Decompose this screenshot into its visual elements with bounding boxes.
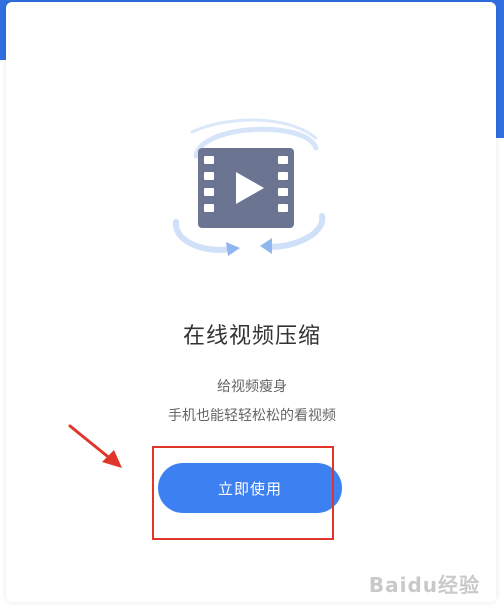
baidu-watermark: Baidu经验 bbox=[368, 573, 480, 597]
feature-subtitle-1: 给视频瘦身 bbox=[217, 379, 287, 395]
annotation-arrow-icon bbox=[68, 424, 122, 468]
video-compress-icon bbox=[173, 118, 326, 256]
feature-title: 在线视频压缩 bbox=[182, 324, 321, 349]
annotation-highlight-box bbox=[152, 446, 334, 540]
